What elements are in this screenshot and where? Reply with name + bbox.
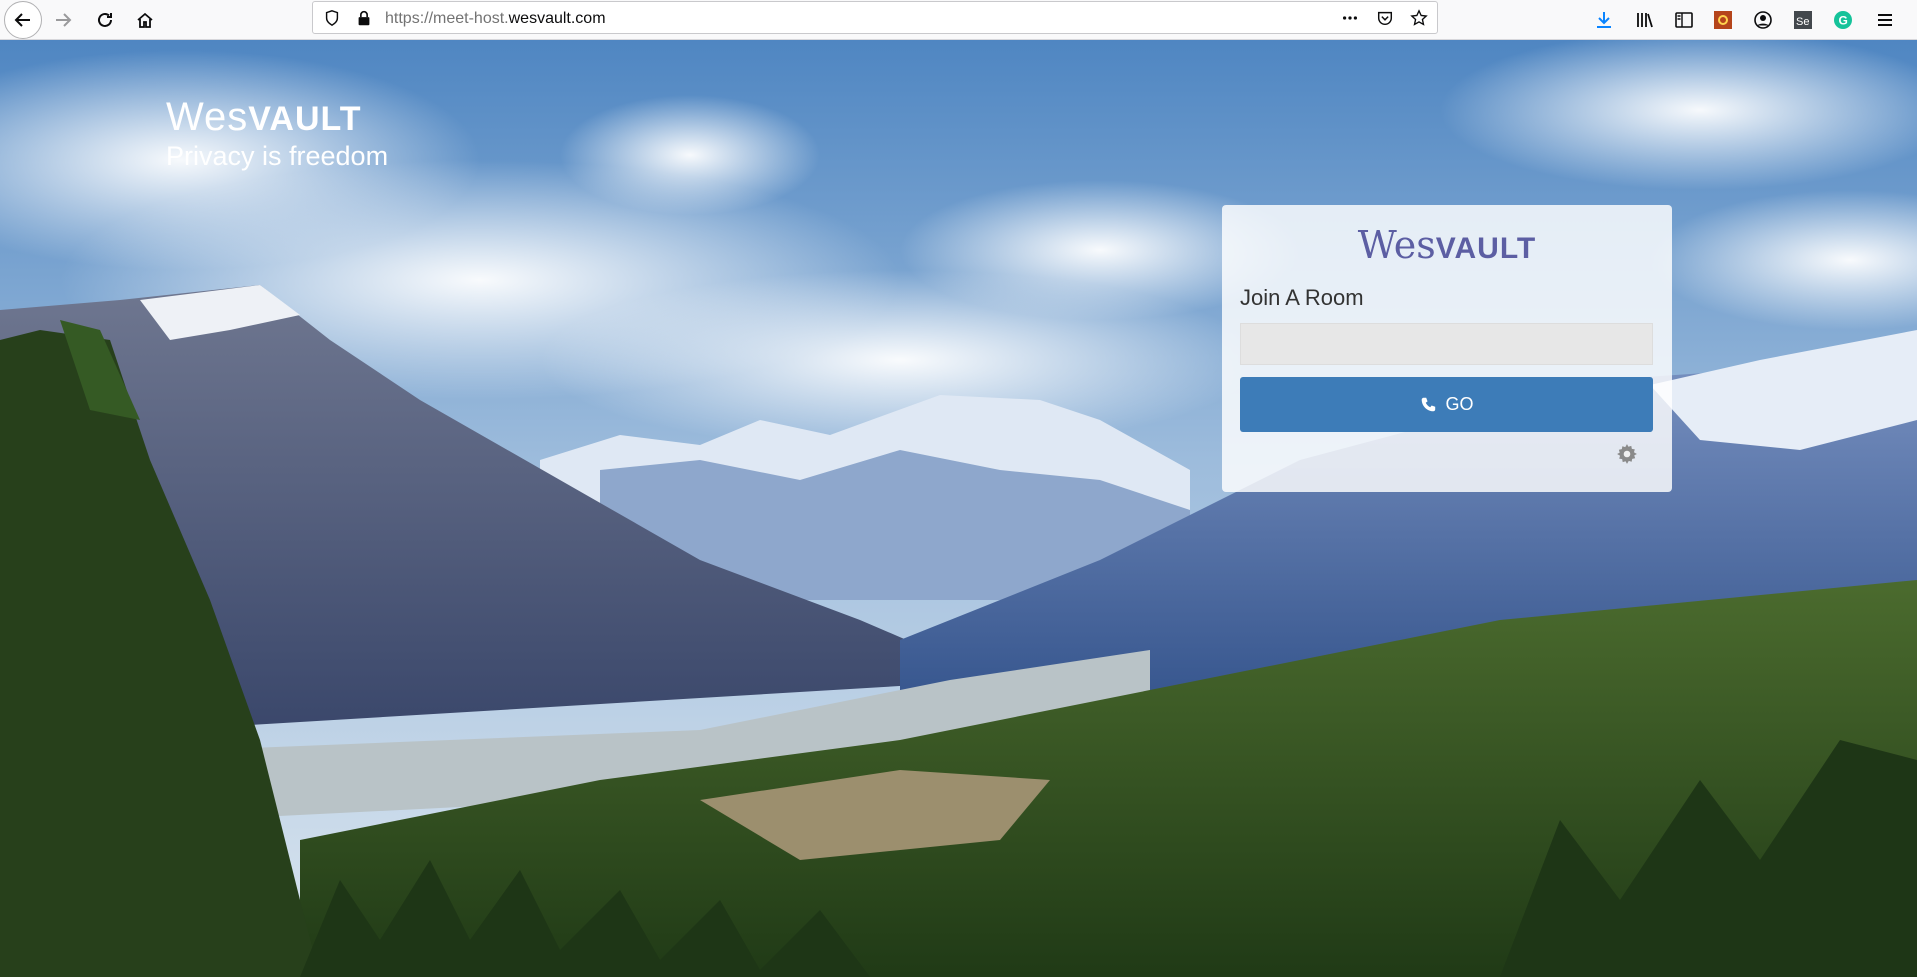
account-button[interactable] [1746,3,1780,37]
library-button[interactable] [1628,3,1662,37]
reload-button[interactable] [88,3,122,37]
shield-icon[interactable] [321,7,343,29]
brand-name-part-a: Wes [166,95,249,139]
brand-name-part-b: VAULT [248,100,362,138]
account-icon [1754,11,1772,29]
sidebar-icon [1675,12,1693,28]
join-room-label: Join A Room [1240,285,1364,310]
phone-icon [1422,397,1436,411]
join-room-card: WesVAULT Join A Room GO [1222,205,1672,492]
brand-header: WesVAULT Privacy is freedom [166,95,388,172]
library-icon [1637,13,1653,28]
url-bar[interactable]: https://meet-host.wesvault.com [312,1,1438,34]
menu-icon [1878,14,1892,26]
card-logo: WesVAULT [1222,223,1672,267]
url-text: https://meet-host.wesvault.com [385,10,606,28]
download-button[interactable] [1587,3,1621,37]
extension-button[interactable] [1706,3,1740,37]
url-prefix: https://meet-host. [385,10,509,27]
room-name-input[interactable] [1240,323,1653,365]
sidebar-button[interactable] [1667,3,1701,37]
card-logo-part-a: Wes [1357,223,1436,267]
forward-button[interactable] [46,3,80,37]
go-button[interactable]: GO [1240,377,1653,432]
extension-icon [1714,11,1732,29]
background-landscape [0,40,1917,977]
home-button[interactable] [128,3,162,37]
svg-text:Se: Se [1796,16,1809,28]
gear-icon[interactable] [1616,443,1638,465]
forward-arrow-icon [56,13,72,27]
page-content: WesVAULT Privacy is freedom WesVAULT Joi… [0,40,1917,977]
home-icon [137,12,153,28]
brand-tagline: Privacy is freedom [166,141,389,171]
url-domain: wesvault.com [508,10,606,27]
selenium-icon: Se [1794,11,1812,29]
browser-toolbar: https://meet-host.wesvault.com Se G [0,0,1917,40]
grammarly-icon: G [1834,11,1852,29]
lock-icon[interactable] [353,7,375,29]
menu-button[interactable] [1868,3,1902,37]
brand-logo-text: WesVAULT [166,95,388,141]
svg-text:G: G [1839,14,1848,28]
grammarly-button[interactable]: G [1826,3,1860,37]
back-button[interactable] [4,1,42,39]
reload-icon [98,12,112,27]
card-logo-part-b: VAULT [1435,232,1537,265]
download-icon [1597,12,1611,28]
go-button-label: GO [1445,394,1474,414]
more-icon[interactable] [1339,7,1361,29]
pocket-icon[interactable] [1374,7,1396,29]
star-icon[interactable] [1408,7,1430,29]
selenium-button[interactable]: Se [1786,3,1820,37]
back-arrow-icon [14,13,30,27]
